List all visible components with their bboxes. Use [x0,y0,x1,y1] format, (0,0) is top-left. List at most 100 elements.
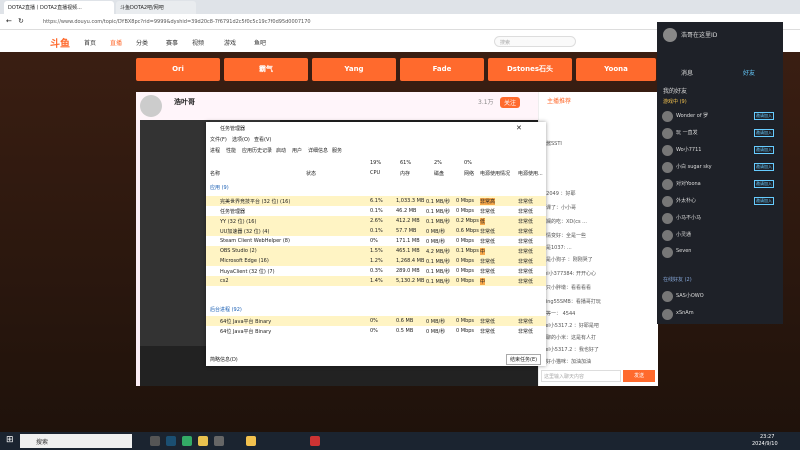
friend-item[interactable]: 小灵通 [660,229,782,243]
danmu-input[interactable]: 这里输入聊天内容 [541,370,621,382]
menu-file[interactable]: 文件(F) [210,136,227,143]
col-net[interactable]: 网络 [464,170,474,177]
col-mem[interactable]: 内存 [400,170,410,177]
process-row[interactable]: UU加速器 (32 位) (4) 0.1% 57.7 MB 0 MB/秒 0.6 Mbp… [206,226,546,236]
danmu-header[interactable]: 主播推荐 [547,96,571,105]
menu-options[interactable]: 选项(O) [232,136,250,143]
menu-view[interactable]: 查看(V) [254,136,271,143]
url-field[interactable]: https://www.douyu.com/topic/DYBX8pc?rid=… [40,17,600,27]
send-button[interactable]: 发送 [623,370,655,382]
process-row[interactable]: OBS Studio (2) 1.5% 465.1 MB 4.2 MB/秒 0.1 Mb… [206,246,546,256]
invite-badge[interactable]: 邀请加入 [754,112,774,120]
friend-item[interactable]: 小马不小马 [660,212,782,226]
invite-badge[interactable]: 邀请加入 [754,180,774,188]
nav-fishbar[interactable]: 鱼吧 [254,38,266,47]
process-row[interactable]: 任务管理器 0.1% 46.2 MB 0.1 MB/秒 0 Mbps 非常低 非常低 [206,206,546,216]
friend-item[interactable]: 小白 sugar sky 邀请加入 [660,161,782,175]
app-icon[interactable] [246,436,256,446]
nav-video[interactable]: 视频 [192,38,204,47]
friend-item[interactable]: SAS小OWO [660,290,782,304]
windows-start-icon[interactable]: ⊞ [6,435,14,445]
group-in-game[interactable]: 游戏中 (9) [663,98,687,105]
tab-app-history[interactable]: 应用历史记录 [242,147,272,154]
browser-tab[interactable]: DOTA2直播丨DOTA2直播视频... [4,1,114,14]
section-apps[interactable]: 应用 (9) [210,184,229,191]
category-button[interactable]: 霸气 [224,58,308,81]
steam-icon[interactable] [166,436,176,446]
col-status[interactable]: 状态 [306,170,316,177]
fewer-details-link[interactable]: 简略信息(D) [210,356,238,363]
process-disk: 4.2 MB/秒 [426,249,450,255]
process-row[interactable]: 64位 Java平台 Binary 0% 0.6 MB 0 MB/秒 0 Mbps 非常低… [206,316,546,326]
tab-friends[interactable]: 好友 [743,68,755,77]
tab-startup[interactable]: 启动 [276,147,286,154]
category-button[interactable]: Fade [400,58,484,81]
col-name[interactable]: 名称 [210,170,220,177]
taskbar-search[interactable]: 搜索 [20,434,132,448]
friend-item[interactable]: Wonder of 罗 邀请加入 [660,110,782,124]
app-icon[interactable] [214,436,224,446]
process-cpu: 1.2% [370,258,383,264]
task-view-icon[interactable] [150,436,160,446]
process-row[interactable]: HuyaClient (32 位) (7) 0.3% 289.0 MB 0.1 MB/… [206,266,546,276]
friend-name: 小白 sugar sky [676,164,712,170]
process-row[interactable]: Microsoft Edge (16) 1.2% 1,268.4 MB 0.1 MB/… [206,256,546,266]
clock-time[interactable]: 23:27 [760,434,774,440]
process-row[interactable]: YY (32 位) (16) 2.6% 412.2 MB 0.1 MB/秒 0.2 Mb… [206,216,546,226]
edge-icon[interactable] [182,436,192,446]
group-online[interactable]: 在线好友 (2) [663,276,692,283]
refresh-icon[interactable]: ↻ [18,17,24,25]
category-button[interactable]: Yang [312,58,396,81]
browser-tab[interactable]: 斗鱼DOTA2吧/网吧 [116,1,196,14]
tab-services[interactable]: 服务 [332,147,342,154]
nav-events[interactable]: 赛事 [166,38,178,47]
avatar [662,291,673,302]
friend-item[interactable]: 外太朴心 邀请加入 [660,195,782,209]
invite-badge[interactable]: 邀请加入 [754,197,774,205]
invite-badge[interactable]: 邀请加入 [754,163,774,171]
tab-users[interactable]: 用户 [292,147,302,154]
process-row[interactable]: cs2 1.4% 5,130.2 MB 0.1 MB/秒 0 Mbps 中 非常低 [206,276,546,286]
invite-badge[interactable]: 邀请加入 [754,146,774,154]
app-icon[interactable] [310,436,320,446]
clock-date[interactable]: 2024/9/10 [752,441,778,447]
process-row[interactable]: 完美世界竞技平台 (32 位) (16) 6.1% 1,033.3 MB 0.1 MB… [206,196,546,206]
close-icon[interactable]: ✕ [516,124,522,132]
friend-item[interactable]: 玩 一直发 邀请加入 [660,127,782,141]
streamer-avatar[interactable] [140,95,162,117]
friend-item[interactable]: 对对Yoona 邀请加入 [660,178,782,192]
nav-category[interactable]: 分类 [136,38,148,47]
invite-badge[interactable]: 邀请加入 [754,129,774,137]
category-button[interactable]: Yoona [576,58,656,81]
tab-performance[interactable]: 性能 [226,147,236,154]
col-disk[interactable]: 磁盘 [434,170,444,177]
process-row[interactable]: 64位 Java平台 Binary 0% 0.5 MB 0 MB/秒 0 Mbps 非常低… [206,326,546,336]
search-input[interactable]: 搜索 [494,36,576,47]
friend-item[interactable]: xSnAm [660,308,782,322]
tab-details[interactable]: 详细信息 [308,147,328,154]
nav-home[interactable]: 首页 [84,38,96,47]
end-task-button[interactable]: 结束任务(E) [506,354,542,365]
back-icon[interactable]: ← [6,17,12,25]
tab-processes[interactable]: 进程 [210,147,220,154]
section-my-friends[interactable]: 我的好友 [663,86,687,95]
col-power[interactable]: 电源使用情况 [480,170,510,177]
process-row[interactable]: Steam Client WebHelper (8) 0% 171.1 MB 0 MB… [206,236,546,246]
col-cpu[interactable]: CPU [370,170,380,176]
col-power-trend[interactable]: 电源使用... [518,170,543,177]
friend-name: SAS小OWO [676,293,704,299]
tab-messages[interactable]: 消息 [681,68,693,77]
process-net: 0 Mbps [456,208,475,214]
category-button[interactable]: Ori [136,58,220,81]
nav-live[interactable]: 直播 [110,38,122,47]
friend-name: Seven [676,248,692,254]
nav-games[interactable]: 游戏 [224,38,236,47]
follow-button[interactable]: 关注 [500,97,521,108]
category-button[interactable]: Dstones石头 [488,58,572,81]
explorer-icon[interactable] [198,436,208,446]
avatar[interactable] [663,28,677,42]
site-logo[interactable]: 斗鱼 [50,35,70,50]
section-background[interactable]: 后台进程 (92) [210,306,242,313]
friend-item[interactable]: Wo小7711 邀请加入 [660,144,782,158]
friend-item[interactable]: Seven [660,246,782,260]
